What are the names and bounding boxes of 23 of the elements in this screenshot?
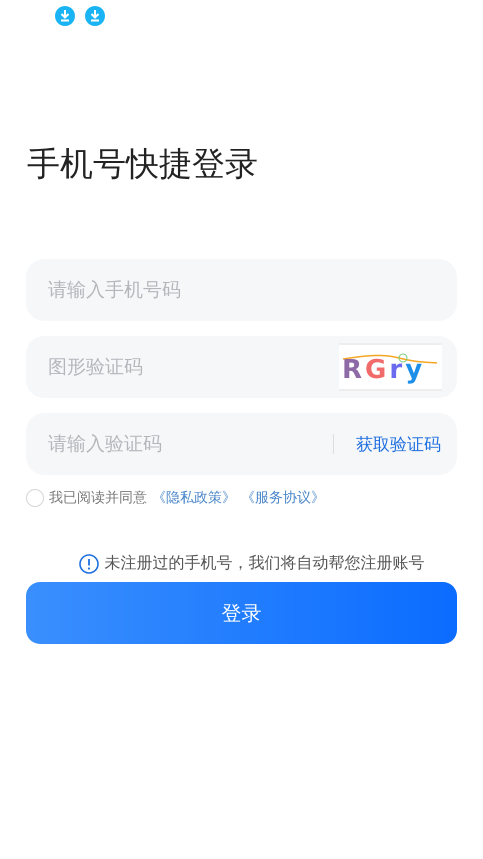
download-icon bbox=[55, 6, 75, 26]
notice-text: 未注册过的手机号，我们将自动帮您注册账号 bbox=[104, 553, 424, 574]
code-field[interactable]: 请输入验证码 获取验证码 bbox=[26, 413, 457, 475]
captcha-letter: R bbox=[342, 355, 362, 385]
phone-field[interactable]: 请输入手机号码 bbox=[26, 259, 457, 321]
captcha-field[interactable]: 图形验证码 RG ry bbox=[26, 336, 457, 398]
policy-link[interactable]: 《服务协议》 bbox=[241, 489, 325, 507]
agree-checkbox[interactable] bbox=[26, 489, 44, 507]
policy-link[interactable]: 《隐私政策》 bbox=[152, 489, 236, 507]
get-code-button[interactable]: 获取验证码 bbox=[356, 432, 441, 456]
captcha-image[interactable]: RG ry bbox=[339, 343, 442, 391]
page-title: 手机号快捷登录 bbox=[27, 143, 259, 185]
captcha-letter: y bbox=[405, 355, 422, 385]
download-icon bbox=[85, 6, 105, 26]
noise-circle bbox=[398, 354, 408, 362]
code-input[interactable]: 请输入验证码 bbox=[46, 432, 333, 456]
captcha-letter: G bbox=[365, 355, 386, 385]
captcha-input[interactable]: 图形验证码 bbox=[46, 355, 339, 379]
login-button[interactable]: 登录 bbox=[26, 582, 457, 644]
agreement-text: 我已阅读并同意 bbox=[49, 489, 147, 507]
phone-input[interactable]: 请输入手机号码 bbox=[46, 278, 441, 302]
captcha-letter: r bbox=[389, 355, 402, 385]
info-icon bbox=[78, 554, 98, 574]
